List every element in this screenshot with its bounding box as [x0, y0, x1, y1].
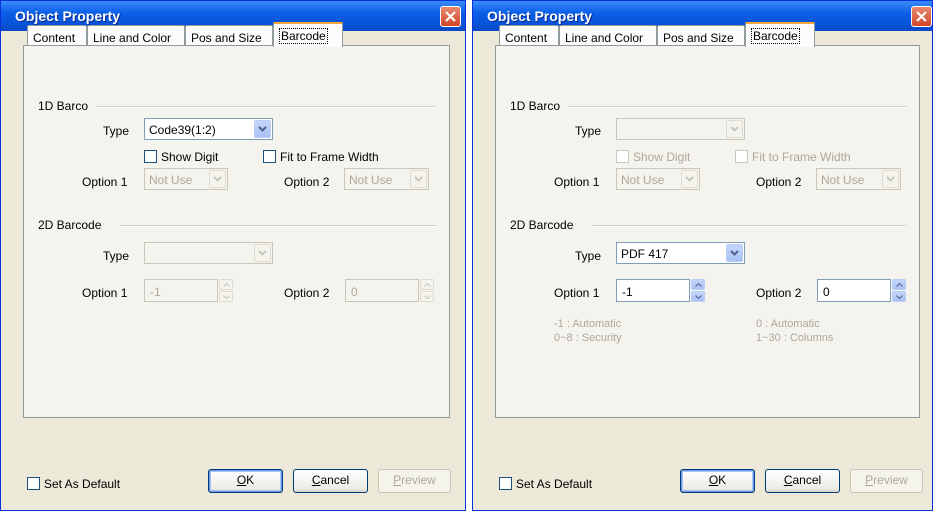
- barcode-tab-panel: 1D Barco Type Code39(1:2) Show Digit Fit…: [23, 45, 450, 418]
- option1-2d-spin-buttons[interactable]: [219, 279, 233, 302]
- tab-pos-and-size[interactable]: Pos and Size: [185, 25, 273, 47]
- type-1d-select[interactable]: Code39(1:2): [144, 118, 273, 140]
- option2-2d-spin-buttons[interactable]: [420, 279, 434, 302]
- cancel-button[interactable]: Cancel: [293, 469, 368, 493]
- tab-barcode[interactable]: Barcode: [273, 22, 343, 47]
- chevron-down-icon[interactable]: [254, 244, 271, 262]
- option1-2d-label: Option 1: [82, 286, 128, 300]
- ok-button[interactable]: OK: [208, 469, 283, 493]
- option1-hint-line1: -1 : Automatic: [554, 318, 622, 330]
- spin-up-icon[interactable]: [691, 279, 705, 290]
- option1-1d-select[interactable]: Not Use: [616, 168, 700, 190]
- option1-2d-label: Option 1: [554, 286, 600, 300]
- option2-1d-select[interactable]: Not Use: [344, 168, 429, 190]
- set-as-default-label: Set As Default: [516, 477, 593, 491]
- type-2d-select[interactable]: [144, 242, 273, 264]
- type-2d-select[interactable]: PDF 417: [616, 242, 745, 264]
- fit-to-frame-checkbox[interactable]: [735, 150, 748, 163]
- spin-down-icon[interactable]: [691, 291, 705, 302]
- preview-button[interactable]: Preview: [850, 469, 923, 493]
- show-digit-checkbox[interactable]: [616, 150, 629, 163]
- group-1d-label: 1D Barco: [38, 99, 89, 113]
- type-1d-select[interactable]: [616, 118, 745, 140]
- set-as-default-checkbox[interactable]: [499, 477, 512, 490]
- chevron-down-icon[interactable]: [726, 120, 743, 138]
- show-digit-checkbox[interactable]: [144, 150, 157, 163]
- set-as-default-checkbox[interactable]: [27, 477, 40, 490]
- spin-up-icon[interactable]: [219, 279, 233, 290]
- barcode-tab-panel: 1D Barco Type Show Digit Fit to Frame Wi…: [495, 45, 920, 418]
- close-button[interactable]: [911, 6, 932, 27]
- dialog-title: Object Property: [487, 8, 593, 24]
- tab-content[interactable]: Content: [499, 25, 559, 47]
- option1-1d-label: Option 1: [82, 175, 128, 189]
- group-2d-divider: [592, 225, 906, 227]
- chevron-down-icon[interactable]: [681, 170, 698, 188]
- group-1d-divider: [568, 106, 906, 108]
- fit-to-frame-label: Fit to Frame Width: [280, 150, 379, 164]
- option2-1d-label: Option 2: [756, 175, 802, 189]
- fit-to-frame-label: Fit to Frame Width: [752, 150, 851, 164]
- cancel-button[interactable]: Cancel: [765, 469, 840, 493]
- tab-content[interactable]: Content: [27, 25, 87, 47]
- object-property-dialog-2: Object Property Content Line and Color P…: [472, 0, 933, 511]
- type-1d-label: Type: [103, 124, 130, 138]
- show-digit-label: Show Digit: [633, 150, 691, 164]
- spin-down-icon[interactable]: [420, 291, 434, 302]
- chevron-down-icon[interactable]: [254, 120, 271, 138]
- close-button[interactable]: [440, 6, 461, 27]
- fit-to-frame-checkbox[interactable]: [263, 150, 276, 163]
- dialog-title: Object Property: [15, 8, 121, 24]
- spin-up-icon[interactable]: [420, 279, 434, 290]
- group-2d-label: 2D Barcode: [38, 218, 102, 232]
- option1-1d-label: Option 1: [554, 175, 600, 189]
- option2-hint-line2: 1~30 : Columns: [756, 332, 834, 344]
- option2-2d-stepper[interactable]: 0: [817, 279, 891, 302]
- tab-line-and-color[interactable]: Line and Color: [87, 25, 185, 47]
- chevron-down-icon[interactable]: [410, 170, 427, 188]
- type-2d-label: Type: [575, 249, 602, 263]
- option2-2d-label: Option 2: [284, 286, 330, 300]
- option2-1d-label: Option 2: [284, 175, 330, 189]
- group-1d-divider: [96, 106, 436, 108]
- option1-2d-spin-buttons[interactable]: [691, 279, 705, 302]
- tab-line-and-color[interactable]: Line and Color: [559, 25, 657, 47]
- close-icon: [916, 11, 927, 22]
- option1-hint-line2: 0~8 : Security: [554, 332, 622, 344]
- option2-2d-stepper[interactable]: 0: [345, 279, 419, 302]
- tab-barcode[interactable]: Barcode: [745, 22, 815, 47]
- option1-1d-select[interactable]: Not Use: [144, 168, 228, 190]
- option1-2d-stepper[interactable]: -1: [144, 279, 218, 302]
- chevron-down-icon[interactable]: [726, 244, 743, 262]
- set-as-default-label: Set As Default: [44, 477, 121, 491]
- chevron-down-icon[interactable]: [209, 170, 226, 188]
- spin-down-icon[interactable]: [219, 291, 233, 302]
- option2-2d-spin-buttons[interactable]: [892, 279, 906, 302]
- chevron-down-icon[interactable]: [882, 170, 899, 188]
- ok-button[interactable]: OK: [680, 469, 755, 493]
- option2-hint-line1: 0 : Automatic: [756, 318, 820, 330]
- spin-down-icon[interactable]: [892, 291, 906, 302]
- option1-2d-stepper[interactable]: -1: [616, 279, 690, 302]
- type-1d-label: Type: [575, 124, 602, 138]
- object-property-dialog-1: Object Property Content Line and Color P…: [0, 0, 466, 511]
- close-icon: [445, 11, 456, 22]
- group-2d-label: 2D Barcode: [510, 218, 574, 232]
- group-2d-divider: [120, 225, 436, 227]
- type-2d-label: Type: [103, 249, 130, 263]
- option2-1d-select[interactable]: Not Use: [816, 168, 901, 190]
- option2-2d-label: Option 2: [756, 286, 802, 300]
- tab-pos-and-size[interactable]: Pos and Size: [657, 25, 745, 47]
- show-digit-label: Show Digit: [161, 150, 219, 164]
- spin-up-icon[interactable]: [892, 279, 906, 290]
- group-1d-label: 1D Barco: [510, 99, 561, 113]
- preview-button[interactable]: Preview: [378, 469, 451, 493]
